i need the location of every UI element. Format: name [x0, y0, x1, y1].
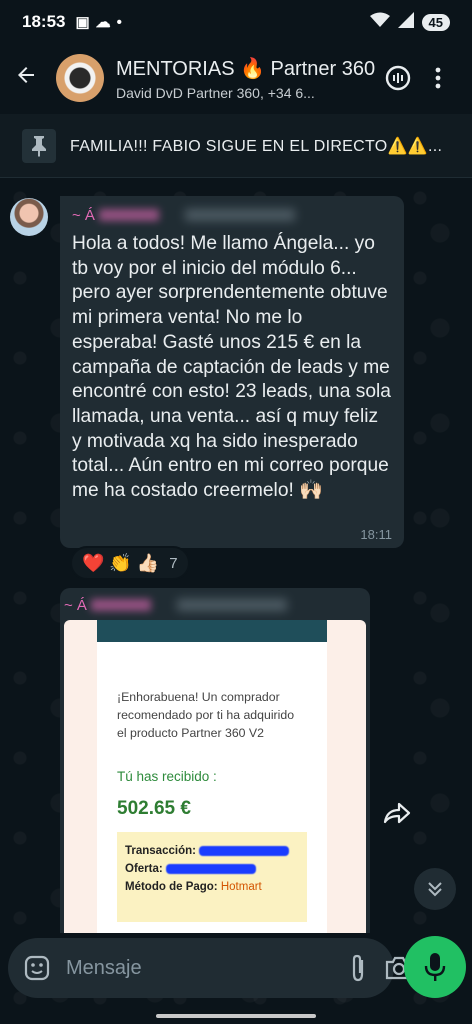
redaction-scribble: [199, 845, 290, 856]
reactions-pill[interactable]: ❤️ 👏 👍🏻 7: [70, 546, 190, 580]
message-input[interactable]: [66, 956, 331, 980]
email-header-band: [97, 620, 327, 642]
payment-value: Hotmart: [220, 881, 262, 893]
sender-row: ~ Á: [64, 594, 366, 616]
attach-icon[interactable]: [347, 954, 369, 982]
message-composer: [8, 938, 413, 998]
chat-subtitle: David DvD Partner 360, +34 6...: [116, 84, 315, 101]
voice-chat-icon[interactable]: [378, 64, 418, 92]
group-avatar[interactable]: [56, 54, 104, 102]
microphone-icon: [424, 953, 446, 981]
received-amount: 502.65 €: [117, 798, 191, 819]
sender-row: ~ Á: [72, 204, 392, 226]
pin-icon: [22, 128, 56, 163]
pinned-text: FAMILIA!!! FABIO SIGUE EN EL DIRECTO⚠️⚠️…: [70, 137, 443, 155]
image-message-bubble[interactable]: ~ Á ¡Enhorabuena! Un comprador recomenda…: [60, 588, 370, 933]
microphone-button[interactable]: [404, 936, 466, 998]
sticker-icon[interactable]: [24, 953, 50, 983]
message-text: Hola a todos! Me llamo Ángela... yo tb v…: [72, 233, 391, 502]
forward-icon[interactable]: [378, 794, 416, 832]
signal-icon: [397, 11, 414, 33]
payment-label: Método de Pago:: [125, 881, 218, 893]
chat-header: MENTORIAS 🔥 Partner 360 David DvD Partne…: [0, 44, 472, 112]
transaction-label: Transacción:: [125, 845, 196, 857]
image-attachment[interactable]: ¡Enhorabuena! Un comprador recomendado p…: [64, 620, 366, 933]
notification-icons: ▣ ☁ •: [75, 13, 122, 32]
wifi-icon: [369, 12, 390, 33]
status-time: 18:53: [22, 12, 66, 31]
email-intro: ¡Enhorabuena! Un comprador recomendado p…: [117, 690, 295, 740]
chat-title: MENTORIAS 🔥 Partner 360: [116, 57, 376, 80]
more-options-icon[interactable]: [418, 67, 458, 89]
reaction-count: 7: [169, 554, 178, 572]
status-bar: 18:53 ▣ ☁ • 45: [0, 0, 472, 44]
sender-avatar[interactable]: [10, 198, 48, 236]
redaction-scribble: [165, 863, 256, 874]
received-label: Tú has recibido :: [117, 769, 217, 784]
offer-label: Oferta:: [125, 863, 163, 875]
battery-icon: 45: [421, 13, 450, 31]
pinned-message-bar[interactable]: FAMILIA!!! FABIO SIGUE EN EL DIRECTO⚠️⚠️…: [0, 114, 472, 178]
chat-info[interactable]: MENTORIAS 🔥 Partner 360 David DvD Partne…: [116, 56, 378, 101]
sender-name[interactable]: ~ Á: [72, 207, 95, 224]
redacted-phone: [176, 599, 287, 611]
message-bubble[interactable]: ~ Á Hola a todos! Me llamo Ángela... yo …: [60, 196, 404, 548]
scroll-down-icon[interactable]: [414, 868, 456, 910]
redacted-phone: [184, 209, 295, 221]
cloud-icon: ☁: [95, 14, 111, 31]
dot-icon: •: [116, 13, 122, 31]
transaction-box: Transacción: Oferta: Método de Pago: Hot…: [117, 832, 307, 922]
email-screenshot: ¡Enhorabuena! Un comprador recomendado p…: [97, 620, 327, 933]
message-time: 18:11: [360, 527, 392, 542]
reaction-emojis: ❤️ 👏 👍🏻: [82, 552, 160, 573]
sender-name[interactable]: ~ Á: [64, 597, 87, 614]
back-arrow-icon[interactable]: [14, 62, 50, 94]
home-indicator[interactable]: [156, 1014, 316, 1018]
redacted-name: [90, 599, 151, 611]
redacted-name: [98, 209, 159, 221]
app-notification-icon: ▣: [75, 14, 90, 31]
